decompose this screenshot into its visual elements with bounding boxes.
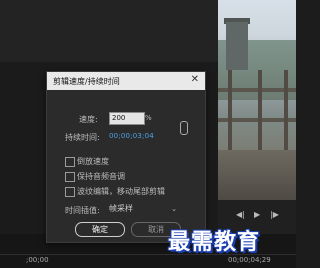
panel-header-area (0, 0, 218, 62)
interpolation-select[interactable]: 帧采样 ⌄ (109, 203, 179, 215)
step-back-icon[interactable]: ◀| (236, 210, 245, 219)
speed-unit: % (145, 114, 152, 122)
video-tower (226, 22, 248, 70)
chevron-down-icon: ⌄ (171, 205, 177, 213)
ripple-edit-checkbox[interactable] (65, 187, 75, 197)
ok-button[interactable]: 确定 (75, 222, 125, 237)
step-forward-icon[interactable]: |▶ (270, 210, 279, 219)
play-icon[interactable]: ▶ (254, 210, 260, 219)
watermark-logo: 最需教育 (168, 229, 261, 255)
speed-label: 速度: (79, 115, 98, 124)
maintain-pitch-checkbox[interactable] (65, 172, 75, 182)
reverse-speed-checkbox[interactable] (65, 157, 75, 167)
speed-input[interactable]: 200 (109, 112, 145, 125)
timeline-timecode-left: ;00;00 (26, 256, 49, 264)
duration-value[interactable]: 00;00;03;04 (109, 132, 154, 140)
video-deck (218, 150, 296, 200)
dialog-titlebar[interactable]: 剪辑速度/持续时间 ✕ (47, 72, 205, 90)
interpolation-value: 帧采样 (109, 204, 133, 213)
interpolation-label: 时间插值: (65, 206, 100, 215)
link-icon[interactable] (180, 121, 188, 135)
maintain-pitch-label: 保持音频音调 (77, 172, 125, 181)
ripple-edit-label: 波纹编辑，移动尾部剪辑 (77, 187, 165, 196)
clip-speed-duration-dialog: 剪辑速度/持续时间 ✕ 速度: 200 % 持续时间: 00;00;03;04 … (46, 71, 206, 243)
program-monitor-video (218, 0, 296, 200)
dialog-title: 剪辑速度/持续时间 (53, 77, 120, 86)
reverse-speed-label: 倒放速度 (77, 157, 109, 166)
timeline-timecode-right: 00;00;04;29 (228, 256, 271, 264)
duration-label: 持续时间: (65, 133, 100, 142)
close-icon[interactable]: ✕ (191, 74, 199, 85)
